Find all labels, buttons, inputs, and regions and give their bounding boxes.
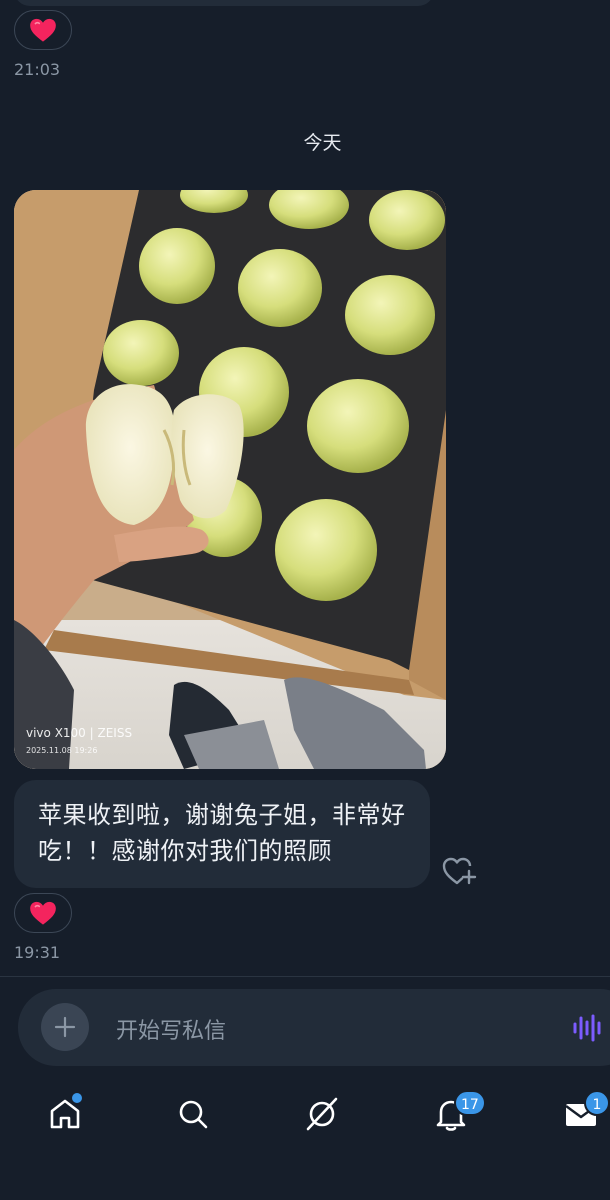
message-bubble[interactable]: 苹果收到啦，谢谢兔子姐，非常好吃！！感谢你对我们的照顾 [14,780,430,888]
previous-message-bubble[interactable] [14,0,434,6]
plus-icon [54,1016,76,1038]
apple-photo-attachment[interactable]: vivo X100 | ZEISS 2025.11.08 19:26 [14,190,446,769]
search-icon [179,1100,208,1129]
voice-message-icon[interactable] [571,1013,603,1043]
notifications-badge: 17 [454,1090,486,1116]
heart-icon [30,901,56,925]
message-time: 19:31 [14,943,61,962]
tab-search[interactable] [173,1094,213,1134]
earlier-heart-reaction[interactable] [14,10,72,50]
tab-grok[interactable] [302,1094,342,1134]
tab-notifications[interactable]: 17 [431,1090,486,1134]
photo-watermark-date: 2025.11.08 19:26 [26,746,97,755]
earlier-message-time: 21:03 [14,60,61,79]
tab-home[interactable] [45,1091,85,1134]
message-input[interactable]: 开始写私信 [116,1013,226,1045]
apple-box-photo: vivo X100 | ZEISS 2025.11.08 19:26 [14,190,446,769]
tab-messages[interactable]: 1 [561,1090,610,1134]
dm-conversation-screen: 21:03 今天 vivo X100 | ZEISS 2025.11.08 19… [0,0,610,1200]
message-composer[interactable]: 开始写私信 [18,989,610,1066]
composer-divider [0,976,610,977]
add-reaction-icon[interactable] [441,854,477,888]
heart-icon [30,18,56,42]
add-attachment-button[interactable] [41,1003,89,1051]
message-text: 苹果收到啦，谢谢兔子姐，非常好吃！！感谢你对我们的照顾 [38,801,406,865]
messages-badge: 1 [584,1090,610,1116]
message-heart-reaction[interactable] [14,893,72,933]
home-unread-dot [70,1091,84,1105]
grok-icon [306,1097,338,1131]
date-separator: 今天 [303,132,342,154]
bottom-tab-bar: 17 1 [0,1080,610,1200]
photo-watermark-brand: vivo X100 | ZEISS [26,726,132,740]
